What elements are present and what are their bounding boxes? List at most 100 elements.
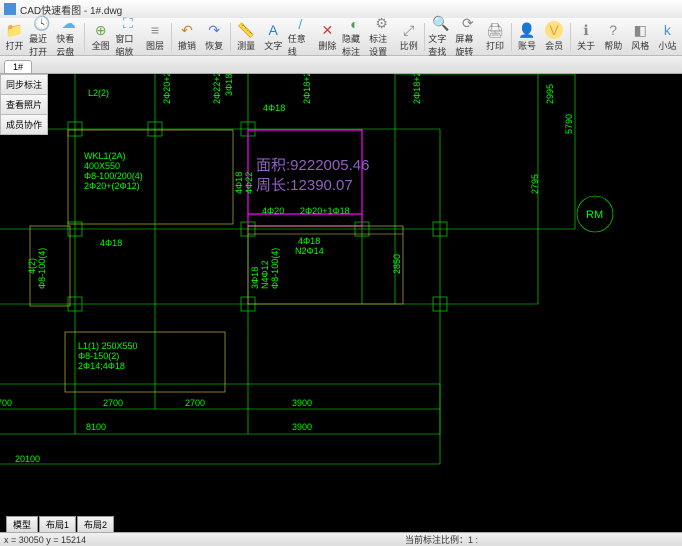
svg-text:2Φ18+2Φ16: 2Φ18+2Φ16 bbox=[412, 74, 422, 104]
layout-tabs: 模型布局1布局2 bbox=[0, 516, 114, 532]
title-bar: CAD快速看图 - 1#.dwg bbox=[0, 0, 682, 18]
side-查看照片[interactable]: 查看照片 bbox=[0, 94, 48, 115]
svg-text:周长:12390.07: 周长:12390.07 bbox=[256, 177, 353, 194]
side-panel: 同步标注查看照片成员协作 bbox=[0, 74, 48, 134]
svg-text:8100: 8100 bbox=[86, 422, 106, 432]
快看云盘-icon: ☁ bbox=[60, 15, 78, 32]
隐藏标注-icon: ◐ bbox=[346, 16, 364, 32]
tool-窗口缩放[interactable]: ⛶窗口缩放 bbox=[115, 19, 140, 55]
tool-快看云盘[interactable]: ☁快看云盘 bbox=[56, 19, 81, 55]
tool-文字查找[interactable]: 🔍文字查找 bbox=[428, 19, 453, 55]
svg-text:3900: 3900 bbox=[292, 422, 312, 432]
svg-text:2995: 2995 bbox=[545, 84, 555, 104]
svg-text:5790: 5790 bbox=[564, 114, 574, 134]
tool-比例[interactable]: ⤢比例 bbox=[396, 19, 421, 55]
会员-icon: V bbox=[545, 21, 563, 39]
账号-icon: 👤 bbox=[518, 21, 536, 39]
status-bar: x = 30050 y = 15214 当前标注比例：1 : bbox=[0, 532, 682, 546]
side-同步标注[interactable]: 同步标注 bbox=[0, 74, 48, 95]
tool-风格[interactable]: ◧风格 bbox=[628, 19, 653, 55]
tool-帮助[interactable]: ?帮助 bbox=[601, 19, 626, 55]
app-logo-icon bbox=[4, 3, 16, 15]
document-tabs: 1# bbox=[0, 56, 682, 74]
svg-text:4(2): 4(2) bbox=[27, 258, 37, 274]
svg-text:Φ8-100/200(4): Φ8-100/200(4) bbox=[84, 171, 143, 181]
tool-恢复[interactable]: ↷恢复 bbox=[202, 19, 227, 55]
打开-icon: 📁 bbox=[6, 21, 24, 39]
tool-任意线[interactable]: /任意线 bbox=[288, 19, 313, 55]
svg-text:RM: RM bbox=[586, 209, 603, 221]
关于-icon: ℹ bbox=[577, 21, 595, 39]
svg-text:3Φ18: 3Φ18 bbox=[224, 74, 234, 96]
side-成员协作[interactable]: 成员协作 bbox=[0, 114, 48, 135]
svg-text:N4Φ12: N4Φ12 bbox=[260, 260, 270, 289]
测量-icon: 📏 bbox=[237, 21, 255, 39]
svg-text:Φ8-100(4): Φ8-100(4) bbox=[37, 248, 47, 289]
撤销-icon: ↶ bbox=[178, 21, 196, 39]
svg-text:4Φ18: 4Φ18 bbox=[100, 238, 122, 248]
layout-tab-布局1[interactable]: 布局1 bbox=[39, 516, 76, 533]
屏幕旋转-icon: ⟳ bbox=[459, 15, 477, 32]
tool-文字[interactable]: A文字 bbox=[261, 19, 286, 55]
svg-text:3Φ18: 3Φ18 bbox=[250, 267, 260, 289]
svg-text:400X550: 400X550 bbox=[84, 161, 120, 171]
svg-text:2700: 2700 bbox=[185, 398, 205, 408]
恢复-icon: ↷ bbox=[205, 21, 223, 39]
标注设置-icon: ⚙ bbox=[373, 15, 391, 32]
svg-text:4Φ18: 4Φ18 bbox=[263, 103, 285, 113]
tool-关于[interactable]: ℹ关于 bbox=[574, 19, 599, 55]
tool-隐藏标注[interactable]: ◐隐藏标注 bbox=[342, 19, 367, 55]
tool-撤销[interactable]: ↶撤销 bbox=[174, 19, 199, 55]
svg-text:4Φ18: 4Φ18 bbox=[298, 236, 320, 246]
tool-删除[interactable]: ✕删除 bbox=[315, 19, 340, 55]
窗口缩放-icon: ⛶ bbox=[119, 15, 137, 32]
svg-text:Φ8-100(4): Φ8-100(4) bbox=[270, 248, 280, 289]
任意线-icon: / bbox=[291, 16, 309, 32]
svg-text:2850: 2850 bbox=[392, 254, 402, 274]
svg-text:20100: 20100 bbox=[15, 454, 40, 464]
svg-text:4Φ20: 4Φ20 bbox=[262, 206, 284, 216]
svg-text:面积:9222005.46: 面积:9222005.46 bbox=[256, 157, 369, 174]
tool-测量[interactable]: 📏测量 bbox=[234, 19, 259, 55]
svg-text:2Φ20+2Φ18: 2Φ20+2Φ18 bbox=[162, 74, 172, 104]
svg-text:WKL1(2A): WKL1(2A) bbox=[84, 151, 126, 161]
文字查找-icon: 🔍 bbox=[432, 15, 450, 32]
svg-text:2Φ20+(2Φ12): 2Φ20+(2Φ12) bbox=[84, 181, 140, 191]
tool-小站[interactable]: k小站 bbox=[655, 19, 680, 55]
风格-icon: ◧ bbox=[631, 21, 649, 39]
svg-text:2700: 2700 bbox=[0, 398, 12, 408]
tab-document[interactable]: 1# bbox=[4, 60, 32, 73]
svg-text:L2(2): L2(2) bbox=[88, 88, 109, 98]
svg-text:4Φ22: 4Φ22 bbox=[244, 172, 254, 194]
drawing-canvas[interactable]: L2(2) WKL1(2A) 400X550 Φ8-100/200(4) 2Φ2… bbox=[0, 74, 682, 516]
layout-tab-模型[interactable]: 模型 bbox=[6, 516, 38, 533]
svg-text:2Φ20+1Φ18: 2Φ20+1Φ18 bbox=[300, 206, 350, 216]
tool-全图[interactable]: ⊕全图 bbox=[88, 19, 113, 55]
文字-icon: A bbox=[264, 21, 282, 39]
tool-标注设置[interactable]: ⚙标注设置 bbox=[369, 19, 394, 55]
删除-icon: ✕ bbox=[318, 21, 336, 39]
tool-账号[interactable]: 👤账号 bbox=[514, 19, 539, 55]
svg-text:2Φ18+2Φ16: 2Φ18+2Φ16 bbox=[302, 74, 312, 104]
layout-tab-布局2[interactable]: 布局2 bbox=[77, 516, 114, 533]
main-toolbar: 📁打开🕓最近打开☁快看云盘 ⊕全图⛶窗口缩放≡图层 ↶撤销↷恢复 📏测量A文字/任意线… bbox=[0, 18, 682, 56]
tool-会员[interactable]: V会员 bbox=[542, 19, 567, 55]
图层-icon: ≡ bbox=[146, 21, 164, 39]
svg-text:N2Φ14: N2Φ14 bbox=[295, 246, 324, 256]
svg-text:Φ8-150(2): Φ8-150(2) bbox=[78, 351, 119, 361]
svg-text:2Φ14;4Φ18: 2Φ14;4Φ18 bbox=[78, 361, 125, 371]
比例-icon: ⤢ bbox=[400, 21, 418, 39]
tool-最近打开[interactable]: 🕓最近打开 bbox=[29, 19, 54, 55]
小站-icon: k bbox=[658, 21, 676, 39]
帮助-icon: ? bbox=[604, 21, 622, 39]
svg-text:L1(1) 250X550: L1(1) 250X550 bbox=[78, 341, 138, 351]
svg-text:2Φ22+2Φ20: 2Φ22+2Φ20 bbox=[212, 74, 222, 104]
tool-打开[interactable]: 📁打开 bbox=[2, 19, 27, 55]
tool-屏幕旋转[interactable]: ⟳屏幕旋转 bbox=[455, 19, 480, 55]
tool-图层[interactable]: ≡图层 bbox=[142, 19, 167, 55]
svg-text:4Φ18: 4Φ18 bbox=[234, 172, 244, 194]
tool-打印[interactable]: 🖨打印 bbox=[482, 19, 507, 55]
svg-text:2795: 2795 bbox=[530, 174, 540, 194]
最近打开-icon: 🕓 bbox=[33, 15, 51, 32]
svg-text:3900: 3900 bbox=[292, 398, 312, 408]
